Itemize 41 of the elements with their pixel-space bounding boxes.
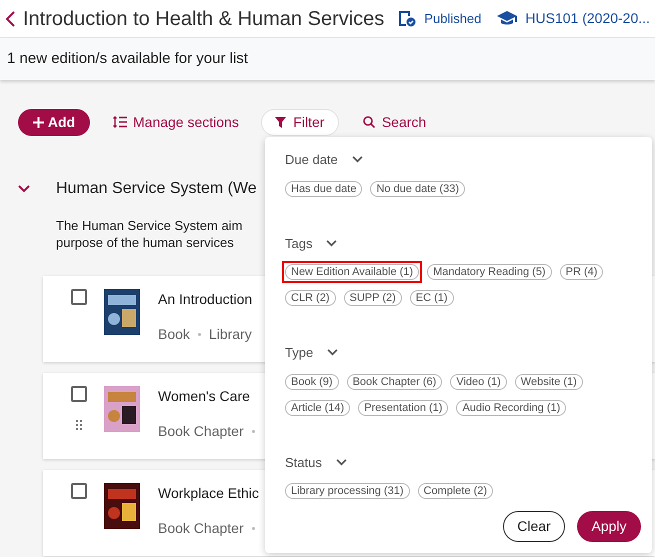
checkbox[interactable] [70,483,86,499]
sort-list-icon [113,116,127,128]
collapse-button[interactable] [18,184,30,194]
item-title[interactable]: An Introduction [158,289,252,310]
search-button[interactable]: Search [362,112,426,132]
chevron-down-icon [327,349,338,356]
checkbox[interactable] [70,386,86,402]
clear-button[interactable]: Clear [503,511,565,542]
filter-icon [275,116,286,128]
apply-button[interactable]: Apply [577,511,641,542]
page-title: Introduction to Health & Human Services [23,6,384,32]
back-icon[interactable] [6,10,15,26]
search-icon [362,116,375,128]
chevron-down-icon [352,156,363,164]
filter-group-title[interactable]: Due date [285,150,338,170]
item-meta: Book Chapter [158,519,244,538]
section-description: purpose of the human services [56,234,234,251]
item-meta: Book [158,325,190,344]
drag-handle-icon[interactable] [76,420,82,430]
add-button[interactable]: Add [18,108,90,136]
course-label[interactable]: HUS101 (2020-20... [525,8,650,29]
item-title[interactable]: Women's Care [158,386,255,407]
chevron-down-icon [336,458,347,466]
section-title: Human Service System (We [56,179,257,199]
filter-group-title[interactable]: Type [285,343,314,362]
filter-group-title[interactable]: Status [285,452,322,472]
document-check-icon [398,10,416,27]
filter-group-title[interactable]: Tags [285,234,312,253]
item-title[interactable]: Workplace Ethic [158,483,259,504]
banner-text: 1 new edition/s available for your list [7,48,248,69]
filter-button[interactable]: Filter [260,108,339,136]
manage-sections-button[interactable]: Manage sections [113,112,239,132]
section-description: The Human Service System aim [56,217,242,234]
status-label: Published [424,10,482,28]
chevron-down-icon [326,240,338,247]
filter-chip[interactable]: New Edition Available (1) [282,261,422,283]
checkbox[interactable] [70,289,86,305]
plus-icon [32,116,44,128]
item-meta: Library [208,325,252,344]
item-meta: Book Chapter [158,422,244,441]
graduation-cap-icon [497,11,518,26]
